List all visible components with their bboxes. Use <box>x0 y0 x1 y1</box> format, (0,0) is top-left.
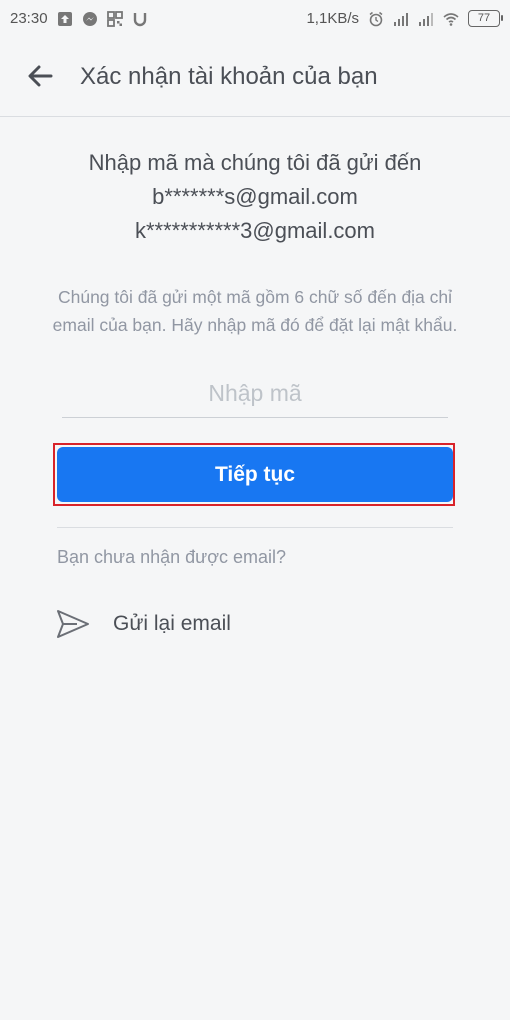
divider <box>57 527 453 528</box>
continue-button[interactable]: Tiếp tục <box>57 447 453 502</box>
page-title: Xác nhận tài khoản của bạn <box>80 63 378 90</box>
continue-button-label: Tiếp tục <box>214 462 296 486</box>
u-app-icon <box>133 12 146 26</box>
status-bar: 23:30 1,1KB/s 77 <box>0 0 510 38</box>
upload-notification-icon <box>57 11 72 26</box>
hint-text: Chúng tôi đã gửi một mã gồm 6 chữ số đến… <box>52 287 458 335</box>
app-bar: Xác nhận tài khoản của bạn <box>0 38 510 117</box>
signal-icon <box>394 12 408 26</box>
resend-email-label: Gửi lại email <box>113 612 231 635</box>
intro-line: Nhập mã mà chúng tôi đã gửi đến <box>88 150 422 175</box>
battery-level: 77 <box>477 12 491 24</box>
no-email-text: Bạn chưa nhận được email? <box>57 547 287 567</box>
qr-code-icon <box>106 10 123 27</box>
send-icon <box>57 610 89 638</box>
status-left: 23:30 <box>10 10 148 27</box>
code-input[interactable] <box>62 370 448 418</box>
back-arrow-icon <box>28 65 53 87</box>
status-right: 1,1KB/s 77 <box>306 10 503 27</box>
intro-text: Nhập mã mà chúng tôi đã gửi đến b*******… <box>0 146 510 248</box>
resend-email-button[interactable]: Gửi lại email <box>55 602 355 646</box>
signal-2-icon <box>419 12 433 26</box>
masked-email-1: b*******s@gmail.com <box>152 184 358 209</box>
network-speed: 1,1KB/s <box>306 10 359 27</box>
alarm-icon <box>369 11 383 26</box>
messenger-icon <box>82 11 97 26</box>
back-button[interactable] <box>20 58 60 94</box>
battery-icon: 77 <box>468 10 503 27</box>
wifi-icon <box>443 12 459 26</box>
clock: 23:30 <box>10 10 48 27</box>
masked-email-2: k***********3@gmail.com <box>135 218 375 243</box>
